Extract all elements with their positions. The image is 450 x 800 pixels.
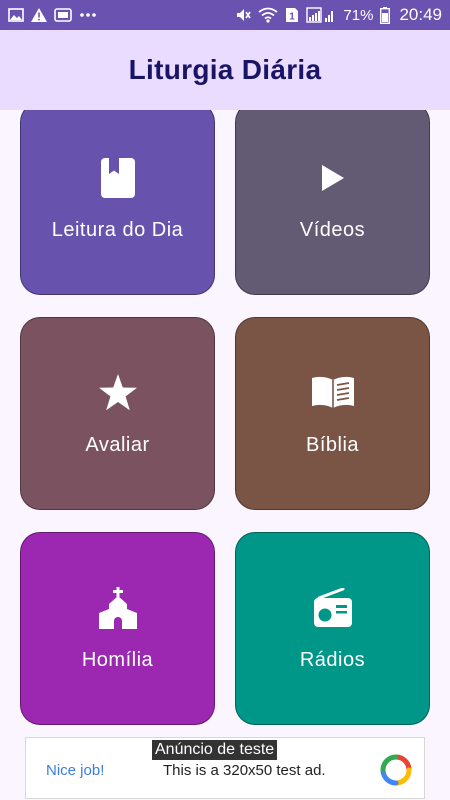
tile-label: Leitura do Dia <box>51 219 184 241</box>
tile-homilia[interactable]: Homília <box>20 532 215 725</box>
tile-videos[interactable]: Vídeos <box>235 102 430 295</box>
menu-grid: Leitura do Dia Vídeos Avaliar Bíblia Hom… <box>0 0 450 800</box>
star-icon <box>98 370 138 416</box>
ad-text: This is a 320x50 test ad. <box>163 762 326 779</box>
ad-test-label: Anúncio de teste <box>152 740 278 760</box>
book-icon <box>100 155 135 201</box>
tile-biblia[interactable]: Bíblia <box>235 317 430 510</box>
radio-icon <box>313 585 353 631</box>
church-icon <box>97 585 139 631</box>
tile-label: Bíblia <box>305 434 360 456</box>
page-title: Liturgia Diária <box>128 54 322 85</box>
tile-label: Rádios <box>299 649 366 671</box>
tile-label: Avaliar <box>85 434 150 456</box>
app-bar: Liturgia Diária <box>0 30 450 110</box>
tile-label: Vídeos <box>299 219 366 241</box>
tile-avaliar[interactable]: Avaliar <box>20 317 215 510</box>
ad-logo-icon[interactable] <box>380 754 412 791</box>
open-book-icon <box>311 370 355 416</box>
tile-label: Homília <box>81 649 154 671</box>
ad-nice-text[interactable]: Nice job! <box>46 762 104 779</box>
tile-radios[interactable]: Rádios <box>235 532 430 725</box>
tile-leitura-do-dia[interactable]: Leitura do Dia <box>20 102 215 295</box>
play-icon <box>320 155 346 201</box>
